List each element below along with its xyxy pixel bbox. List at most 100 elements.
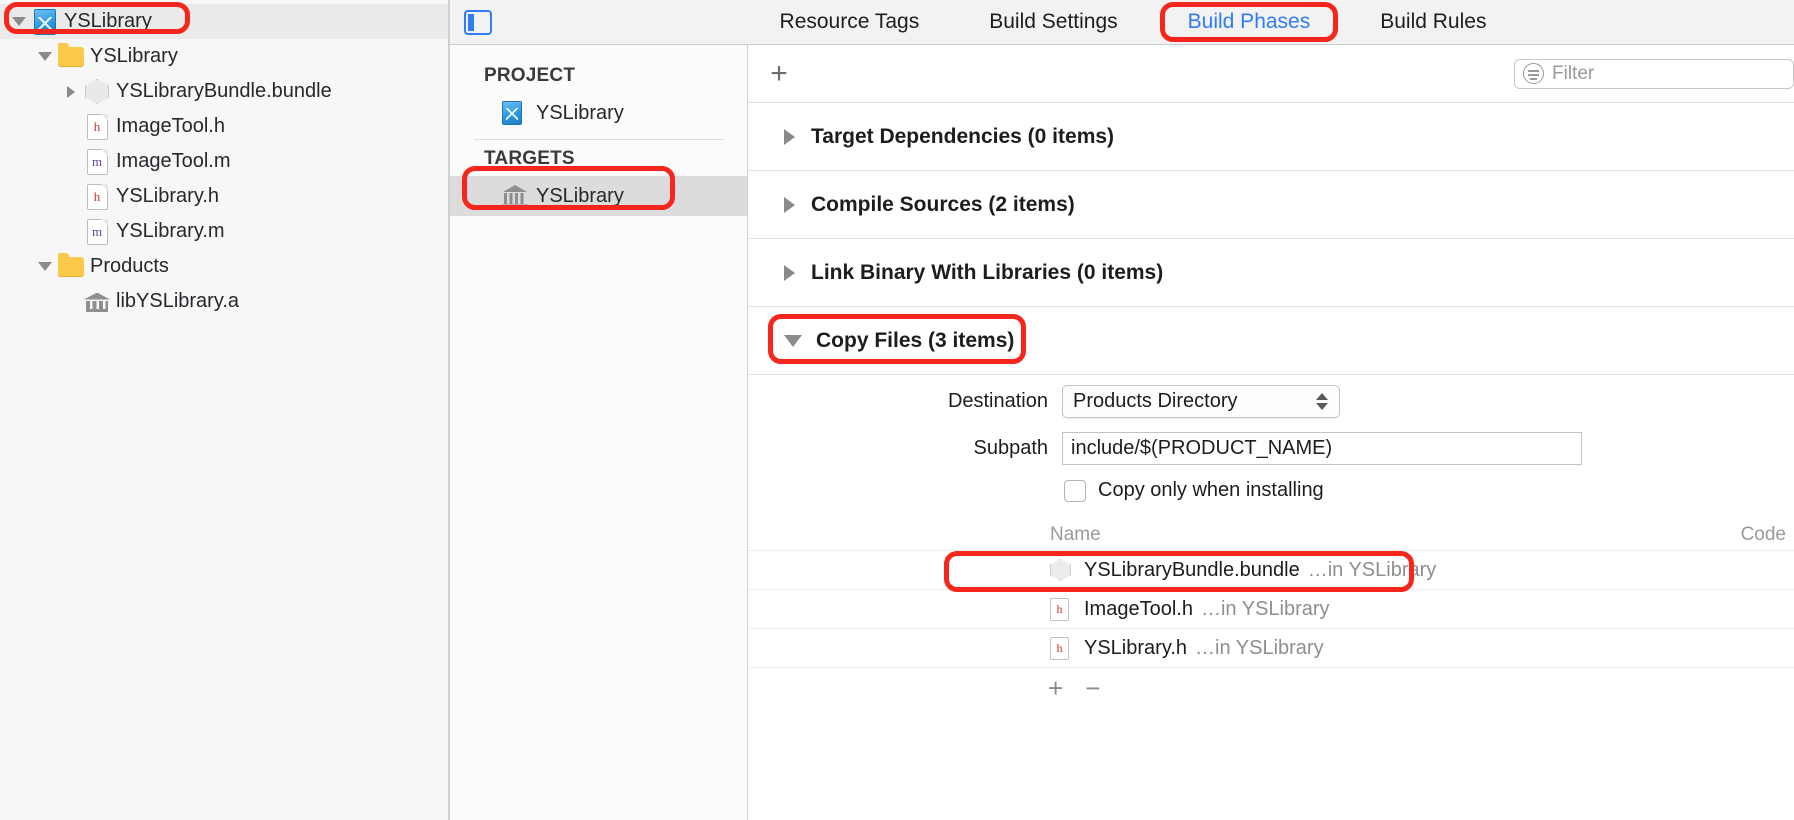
navigator-item-yslibrarybundle-bundle[interactable]: YSLibraryBundle.bundle [0,74,448,109]
destination-value: Products Directory [1073,390,1238,412]
navigator-item-yslibrary[interactable]: YSLibrary [0,39,448,74]
tab-resource-tags[interactable]: Resource Tags [780,10,920,34]
navigator-item-label: YSLibrary [90,45,178,67]
project-navigator[interactable]: YSLibrary YSLibrary YSLibraryBundle.bundle… [0,0,448,820]
disclosure-triangle [38,52,52,61]
filter-placeholder-text: Filter [1552,62,1595,84]
phase-header-copy-files[interactable]: Copy Files (3 items) [748,307,1794,375]
navigator-item-imagetool-m[interactable]: m ImageTool.m [0,144,448,179]
tab-build-rules[interactable]: Build Rules [1380,10,1486,34]
chevron-down-icon[interactable] [34,52,56,61]
navigator-item-icon [82,79,112,104]
source-file-icon: m [86,148,108,175]
targets-section-header: TARGETS [484,148,575,169]
add-build-phase-button[interactable]: + [762,57,796,91]
subpath-row: Subpath include/$(PRODUCT_NAME) [748,432,1794,465]
phase-header-target-dependencies[interactable]: Target Dependencies (0 items) [748,103,1794,171]
navigator-item-icon: m [82,148,112,175]
project-items-list[interactable]: YSLibrary [450,93,747,133]
navigator-item-yslibrary[interactable]: YSLibrary [0,4,448,39]
project-item-yslibrary[interactable]: YSLibrary [450,93,747,133]
file-name: YSLibraryBundle.bundle [1084,558,1300,581]
header-file-icon: h [1050,597,1084,621]
navigator-item-yslibrary-h[interactable]: h YSLibrary.h [0,179,448,214]
bundle-icon [85,79,109,104]
header-file-icon-glyph: h [1050,636,1069,660]
file-list-row[interactable]: YSLibraryBundle.bundle …in YSLibrary [748,550,1794,589]
navigator-item-products[interactable]: Products [0,249,448,284]
copy-only-checkbox[interactable] [1064,479,1086,502]
navigator-item-icon: h [82,183,112,210]
file-location: …in YSLibrary [1307,558,1437,581]
disclosure-triangle [38,262,52,271]
navigator-item-label: Products [90,255,169,277]
copy-files-body: Destination Products Directory Subpath incl… [748,375,1794,709]
chevron-down-icon[interactable] [8,17,30,26]
navigator-item-icon [56,42,86,67]
navigator-item-imagetool-h[interactable]: h ImageTool.h [0,109,448,144]
project-item-label: YSLibrary [536,101,624,124]
disclosure-triangle [67,85,75,98]
header-file-icon: h [86,113,108,140]
phase-title: Copy Files (3 items) [816,328,1015,352]
library-icon [84,290,110,314]
phase-header-link-binary-with-libraries[interactable]: Link Binary With Libraries (0 items) [748,239,1794,307]
header-file-icon-glyph: h [1050,597,1069,621]
file-location: …in YSLibrary [1195,636,1324,659]
project-navigator-list[interactable]: YSLibrary YSLibrary YSLibraryBundle.bundle… [0,4,448,319]
xcode-project-editor: YSLibrary YSLibrary YSLibraryBundle.bundle… [0,0,1794,820]
tab-build-settings[interactable]: Build Settings [989,10,1117,34]
destination-select[interactable]: Products Directory [1062,385,1340,418]
editor-area: Resource Tags Build Settings Build Phases B… [450,0,1794,820]
file-list-row[interactable]: h ImageTool.h …in YSLibrary [748,589,1794,628]
header-file-icon: h [86,183,108,210]
subpath-input[interactable]: include/$(PRODUCT_NAME) [1062,432,1582,465]
chevron-right-icon[interactable] [784,128,795,145]
file-list-footer: + − [748,667,1794,709]
tab-build-phases[interactable]: Build Phases [1188,10,1311,34]
subpath-label: Subpath [973,437,1048,459]
disclosure-triangle [12,17,26,26]
copy-only-label: Copy only when installing [1098,479,1324,501]
source-file-icon: m [86,218,108,245]
navigator-item-label: YSLibraryBundle.bundle [116,80,332,102]
navigator-item-libyslibrary-a[interactable]: libYSLibrary.a [0,284,448,319]
filter-icon [1523,63,1544,84]
editor-body: PROJECT YSLibrary TARGETS YSLibrary + Fi… [450,45,1794,820]
navigator-item-icon [30,8,60,35]
remove-file-button[interactable]: − [1085,673,1100,704]
targets-sidebar[interactable]: PROJECT YSLibrary TARGETS YSLibrary [450,45,748,820]
phases-toolbar: + Filter [748,45,1794,103]
chevron-right-icon[interactable] [784,264,795,281]
column-header-name: Name [1050,524,1101,545]
phase-header-compile-sources[interactable]: Compile Sources (2 items) [748,171,1794,239]
file-list-row[interactable]: h YSLibrary.h …in YSLibrary [748,628,1794,667]
target-item-yslibrary[interactable]: YSLibrary [450,176,747,216]
build-phase-list[interactable]: Target Dependencies (0 items) Compile Sou… [748,103,1794,820]
filter-field[interactable]: Filter [1514,58,1794,89]
navigator-item-yslibrary-m[interactable]: m YSLibrary.m [0,214,448,249]
project-icon [502,101,536,125]
chevron-updown-icon[interactable] [1315,391,1329,413]
chevron-right-icon[interactable] [60,85,82,98]
add-file-button[interactable]: + [1048,673,1063,704]
navigator-item-icon [56,252,86,277]
chevron-down-icon[interactable] [34,262,56,271]
folder-icon [58,252,84,277]
target-item-label: YSLibrary [536,184,624,207]
file-list-header: Name Code [748,520,1794,550]
editor-tab-bar: Resource Tags Build Settings Build Phases B… [450,0,1794,45]
editor-tabs[interactable]: Resource Tags Build Settings Build Phases B… [492,10,1794,34]
project-section-header: PROJECT [484,65,576,86]
file-location: …in YSLibrary [1200,597,1330,620]
navigator-item-label: libYSLibrary.a [116,290,240,312]
chevron-down-icon[interactable] [784,334,802,347]
file-name: YSLibrary.h [1084,636,1188,659]
left-panel-toggle-icon[interactable] [464,9,492,35]
project-icon [502,101,522,125]
target-items-list[interactable]: YSLibrary [450,176,747,216]
chevron-right-icon[interactable] [784,196,795,213]
destination-row: Destination Products Directory [748,385,1794,418]
copy-only-when-installing-row[interactable]: Copy only when installing [748,479,1794,502]
navigator-item-icon [82,290,112,314]
